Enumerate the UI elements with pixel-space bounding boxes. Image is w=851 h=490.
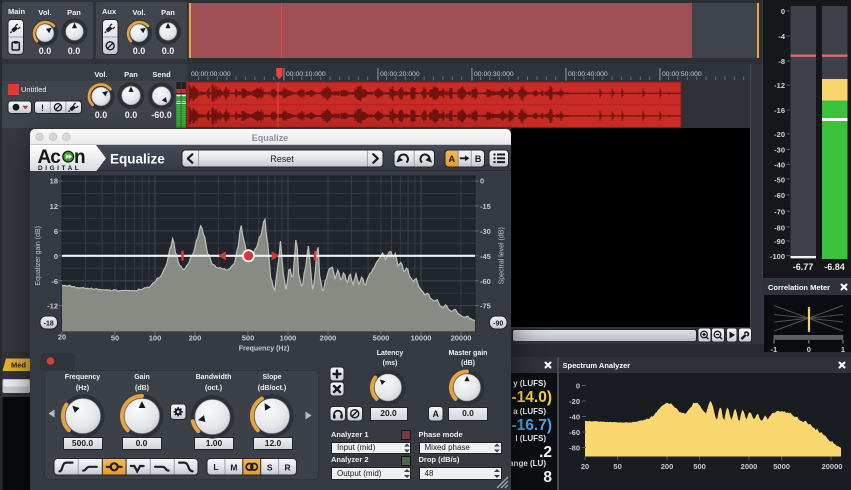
svg-text:0: 0 [781, 7, 785, 16]
svg-text:00:00:00:000: 00:00:00:000 [191, 71, 231, 78]
svg-text:-45: -45 [480, 252, 491, 261]
svg-text:-20: -20 [774, 130, 785, 139]
svg-text:-4: -4 [778, 32, 785, 41]
svg-text:-60: -60 [480, 277, 491, 286]
svg-text:S: S [267, 463, 273, 473]
svg-text:-18: -18 [44, 320, 54, 327]
svg-text:-60: -60 [774, 191, 785, 200]
svg-text:20000: 20000 [822, 462, 843, 471]
svg-text:Reset: Reset [270, 153, 294, 163]
svg-text:20000: 20000 [451, 334, 472, 343]
svg-text:-6.84: -6.84 [824, 262, 845, 272]
svg-text:-16: -16 [774, 106, 785, 115]
svg-text:200: 200 [661, 462, 674, 471]
svg-text:00:00:40:000: 00:00:40:000 [568, 71, 608, 78]
svg-text:10000: 10000 [411, 334, 432, 343]
svg-text:M: M [230, 463, 237, 473]
svg-text:20: 20 [58, 333, 66, 342]
svg-text:Equalizer gain (dB): Equalizer gain (dB) [35, 226, 42, 286]
svg-text:-20: -20 [569, 397, 580, 406]
svg-text:Equalize: Equalize [110, 151, 165, 166]
svg-text:00:00:10:000: 00:00:10:000 [286, 71, 326, 78]
svg-text:2000: 2000 [320, 334, 337, 343]
svg-text:-30: -30 [774, 146, 785, 155]
svg-text:-90: -90 [774, 237, 785, 246]
svg-text:Med: Med [11, 361, 26, 370]
svg-text:-50: -50 [774, 175, 785, 184]
svg-text:-40: -40 [774, 161, 785, 170]
svg-text:-12: -12 [774, 81, 785, 90]
svg-text:500: 500 [242, 334, 255, 343]
svg-text:1: 1 [840, 345, 844, 353]
svg-text:B: B [475, 154, 482, 164]
svg-text:-30: -30 [480, 227, 491, 236]
svg-text:18: 18 [50, 177, 58, 186]
svg-text:A: A [449, 154, 456, 164]
svg-text:-70: -70 [774, 207, 785, 216]
svg-text:-6.77: -6.77 [793, 262, 814, 272]
svg-text:0: 0 [806, 345, 810, 353]
svg-text:5000: 5000 [373, 334, 390, 343]
svg-text:0: 0 [576, 381, 580, 390]
svg-text:-15: -15 [480, 202, 491, 211]
svg-text:0: 0 [480, 177, 484, 186]
svg-text:-6: -6 [51, 277, 58, 286]
svg-text:L: L [213, 462, 218, 472]
svg-text:00:00:30:000: 00:00:30:000 [474, 71, 514, 78]
svg-text:-12: -12 [47, 302, 58, 311]
svg-text:0: 0 [54, 252, 58, 261]
svg-text:50: 50 [111, 334, 119, 343]
svg-text:-40: -40 [569, 412, 580, 421]
svg-text:50: 50 [613, 462, 621, 471]
svg-text:2000: 2000 [741, 462, 758, 471]
svg-text:1000: 1000 [280, 334, 297, 343]
svg-text:Spectral level (dB): Spectral level (dB) [499, 227, 506, 284]
svg-text:A: A [432, 409, 439, 419]
svg-text:100: 100 [149, 334, 162, 343]
svg-text:5000: 5000 [773, 462, 790, 471]
svg-text:-60: -60 [569, 428, 580, 437]
svg-text:-80: -80 [774, 223, 785, 232]
svg-text:00:00:50:000: 00:00:50:000 [662, 71, 702, 78]
svg-text:200: 200 [189, 334, 202, 343]
svg-text:00:00:20:000: 00:00:20:000 [380, 71, 420, 78]
svg-text:500: 500 [693, 462, 706, 471]
svg-text:-1: -1 [770, 345, 777, 353]
svg-text:20: 20 [581, 462, 589, 471]
svg-text:6: 6 [54, 227, 58, 236]
svg-text:!: ! [41, 103, 44, 113]
svg-text:-75: -75 [480, 302, 491, 311]
svg-text:-90: -90 [493, 320, 503, 327]
svg-text:-100: -100 [770, 252, 785, 261]
svg-text:12: 12 [50, 202, 58, 211]
svg-text:-80: -80 [569, 443, 580, 452]
svg-text:R: R [285, 463, 291, 473]
svg-text:-8: -8 [778, 57, 785, 66]
